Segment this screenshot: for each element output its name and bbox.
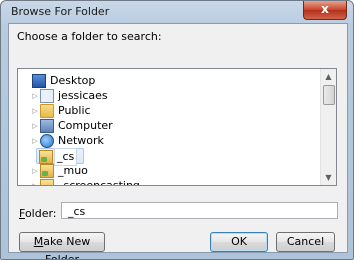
scroll-up-icon[interactable]: ▲ <box>321 69 336 84</box>
make-new-folder-label: ake New Folder <box>43 235 91 260</box>
tree-item-label: Network <box>58 134 104 147</box>
cancel-button[interactable]: Cancel <box>276 232 335 252</box>
scroll-down-icon[interactable]: ▼ <box>321 170 336 185</box>
library-folder-icon <box>40 179 54 185</box>
tree-item-label: Computer <box>58 119 113 132</box>
browse-for-folder-dialog: Browse For Folder x Choose a folder to s… <box>0 0 354 260</box>
vertical-scrollbar[interactable]: ▲ ▼ <box>320 69 336 185</box>
close-icon: x <box>321 2 329 16</box>
tree-item[interactable]: ▷ Computer <box>18 118 318 134</box>
desktop-icon <box>32 74 46 88</box>
tree-item[interactable]: ▷ Network <box>18 133 318 149</box>
prompt-text: Choose a folder to search: <box>17 30 162 43</box>
title-bar[interactable]: Browse For Folder x <box>1 1 353 23</box>
tree-item-label: _screencasting <box>58 179 140 186</box>
tree-item[interactable]: ▷ _muo <box>18 163 318 179</box>
ok-button[interactable]: OK <box>210 232 268 252</box>
tree-item[interactable]: ▷ Public <box>18 103 318 119</box>
expand-arrow-icon[interactable]: ▷ <box>30 88 40 104</box>
user-icon <box>40 89 54 103</box>
tree-item[interactable]: _cs <box>36 148 84 166</box>
computer-icon <box>40 119 54 133</box>
tree-item[interactable]: ▷ _screencasting <box>18 178 318 186</box>
tree-item[interactable]: ▷ jessicaes <box>18 88 318 104</box>
folder-label-rest: older: <box>24 207 57 220</box>
folder-label: Folder: <box>19 207 57 220</box>
close-button[interactable]: x <box>303 1 347 20</box>
tree-item[interactable]: Desktop <box>18 73 318 89</box>
expand-arrow-icon[interactable]: ▷ <box>30 178 40 185</box>
expand-arrow-icon[interactable]: ▷ <box>30 163 40 179</box>
scroll-thumb[interactable] <box>323 85 335 105</box>
tree-item-label: Public <box>58 104 91 117</box>
window-title: Browse For Folder <box>11 5 110 18</box>
dialog-body: Choose a folder to search: Desktop ▷ jessi… <box>8 23 348 259</box>
expand-arrow-icon[interactable]: ▷ <box>30 133 40 149</box>
make-new-folder-button[interactable]: Make New Folder <box>19 232 105 259</box>
folder-icon <box>40 104 54 118</box>
folder-tree[interactable]: Desktop ▷ jessicaes ▷ Public ▷ Computer ▷ Networ… <box>17 68 337 186</box>
tree-item-label: jessicaes <box>58 89 108 102</box>
tree-item-label: _muo <box>58 164 88 177</box>
tree-item-label: Desktop <box>50 74 96 87</box>
make-new-folder-mnemonic: M <box>33 235 44 248</box>
library-folder-icon <box>39 150 53 164</box>
library-folder-icon <box>40 164 54 178</box>
expand-arrow-icon[interactable]: ▷ <box>30 103 40 119</box>
network-icon <box>40 134 54 148</box>
folder-name-field[interactable]: _cs <box>61 202 338 219</box>
expand-arrow-icon[interactable]: ▷ <box>30 118 40 134</box>
